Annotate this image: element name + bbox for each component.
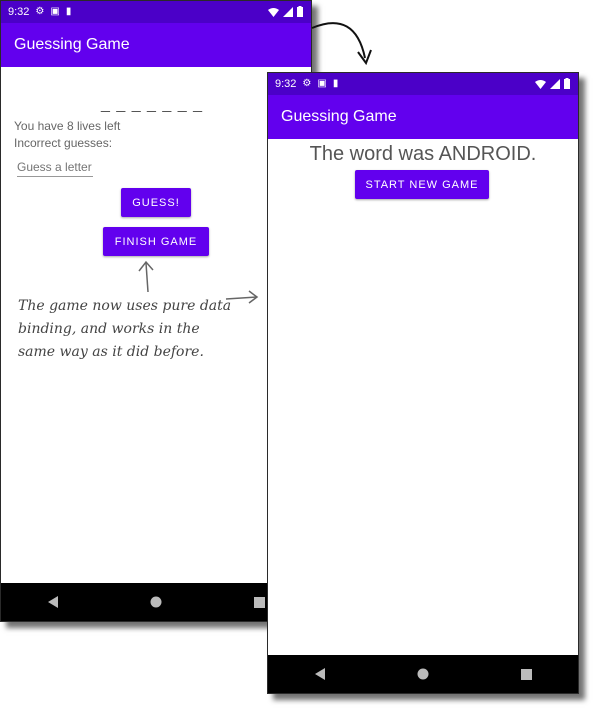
back-icon <box>47 596 58 608</box>
back-button[interactable] <box>304 664 336 684</box>
status-bar: 9:32 ⚙ ▣ ▮ <box>1 1 311 23</box>
app-title: Guessing Game <box>14 36 130 53</box>
navigation-bar <box>1 583 311 621</box>
recents-button[interactable] <box>510 664 542 684</box>
app-title: Guessing Game <box>281 108 397 125</box>
battery-icon <box>297 6 303 17</box>
home-icon <box>150 596 162 608</box>
status-time: 9:32 <box>8 6 30 18</box>
incorrect-guesses-label: Incorrect guesses: <box>14 136 113 150</box>
right-phone-screen: 9:32 ⚙ ▣ ▮ Guessing Game The word was AN… <box>267 72 579 694</box>
secret-word-display: _ _ _ _ _ _ _ <box>101 96 203 113</box>
wifi-icon <box>535 79 546 89</box>
sim-icon: ▣ <box>50 6 60 17</box>
handwritten-annotation: The game now uses pure data binding, and… <box>18 298 232 360</box>
wifi-icon <box>268 7 279 17</box>
app-bar: Guessing Game <box>1 23 311 67</box>
lives-text: You have 8 lives left <box>14 119 121 133</box>
home-button[interactable] <box>140 592 172 612</box>
status-time: 9:32 <box>275 78 297 90</box>
sd-card-icon: ▮ <box>332 78 339 89</box>
home-button[interactable] <box>407 664 439 684</box>
start-new-game-button[interactable]: START NEW GAME <box>355 170 489 199</box>
gear-icon: ⚙ <box>35 6 45 17</box>
navigation-bar <box>268 655 578 693</box>
guess-button[interactable]: GUESS! <box>121 188 191 217</box>
sd-card-icon: ▮ <box>65 6 72 17</box>
status-bar: 9:32 ⚙ ▣ ▮ <box>268 73 578 95</box>
signal-icon <box>283 6 293 17</box>
transition-arrow <box>311 22 366 59</box>
finish-game-button[interactable]: FINISH GAME <box>103 227 209 256</box>
sim-icon: ▣ <box>317 78 327 89</box>
home-icon <box>417 668 429 680</box>
recents-icon <box>253 596 265 608</box>
app-bar: Guessing Game <box>268 95 578 139</box>
battery-icon <box>564 78 570 89</box>
transition-arrowhead <box>357 49 372 66</box>
recents-icon <box>520 668 532 680</box>
signal-icon <box>550 78 560 89</box>
guess-input[interactable] <box>17 158 93 177</box>
back-button[interactable] <box>37 592 69 612</box>
back-icon <box>314 668 325 680</box>
result-text: The word was ANDROID. <box>309 143 537 165</box>
gear-icon: ⚙ <box>302 78 312 89</box>
